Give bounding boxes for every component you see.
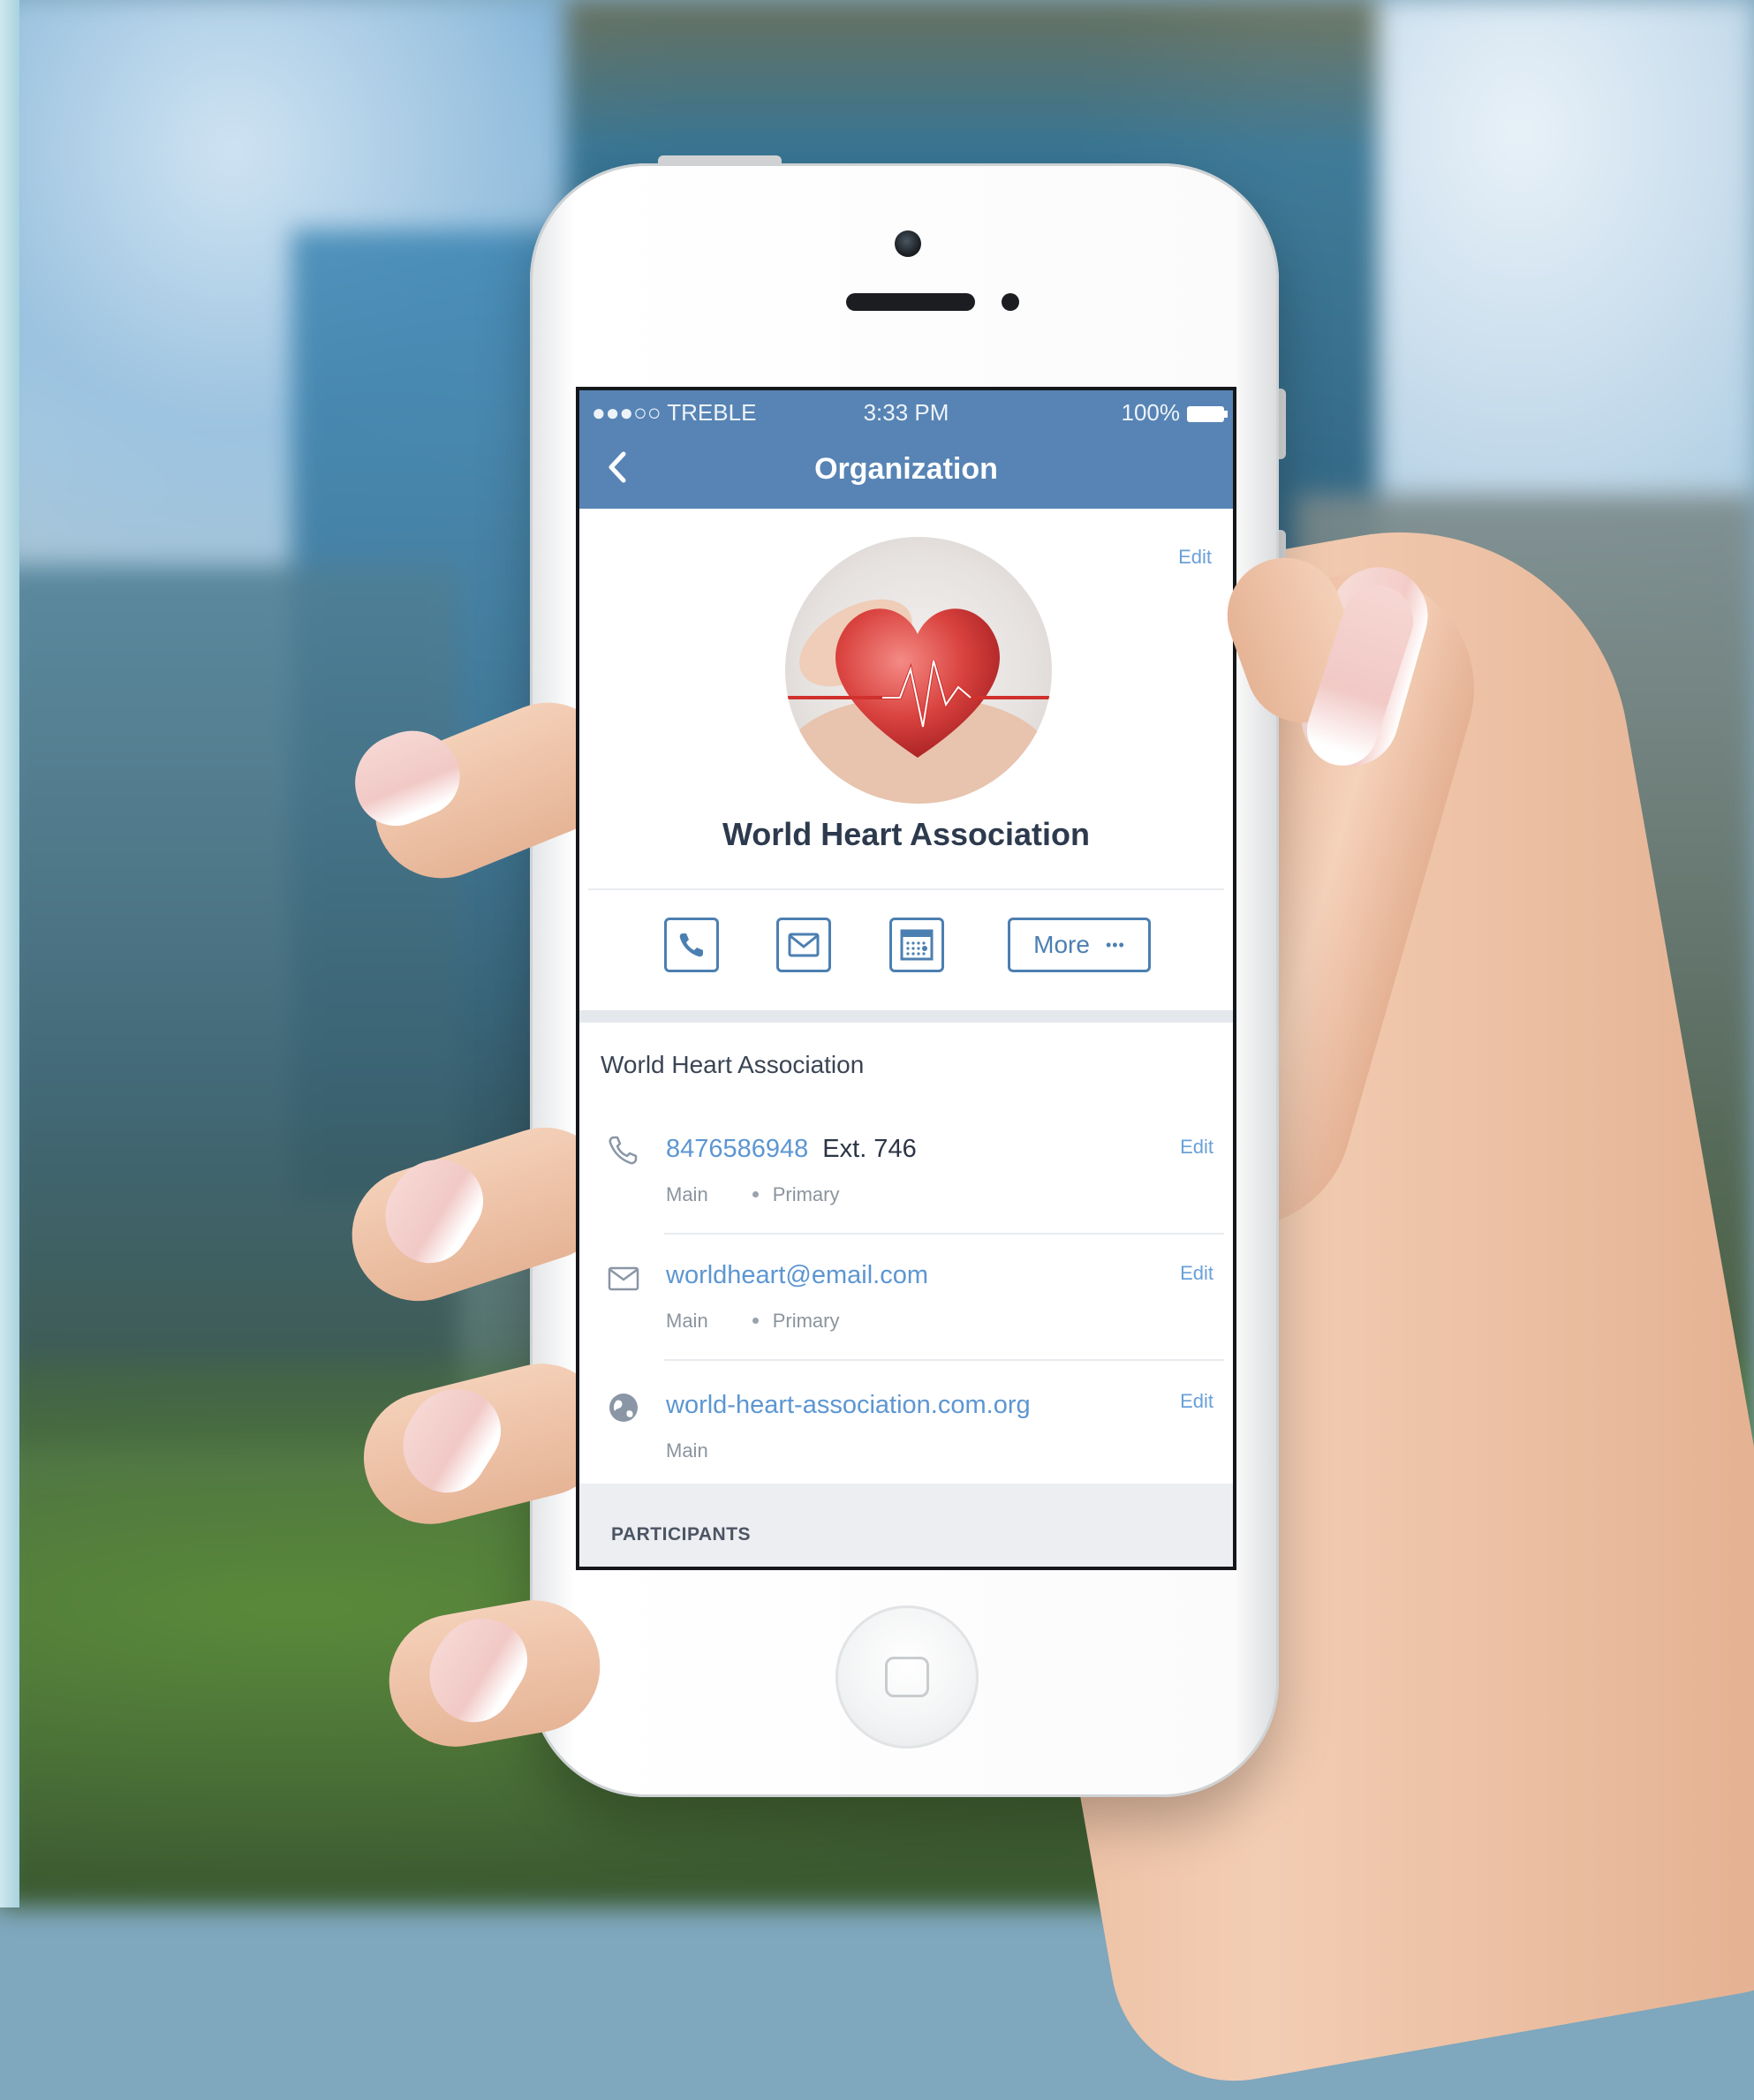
phone-meta: Main Primary [666, 1183, 839, 1206]
edit-phone-link[interactable]: Edit [1180, 1136, 1213, 1159]
divider [588, 888, 1224, 890]
email-primary-flag: Primary [772, 1310, 840, 1332]
page-title: Organization [814, 452, 998, 486]
battery-tip [1224, 411, 1228, 418]
phone-type: Main [666, 1183, 708, 1205]
calendar-button[interactable] [889, 918, 944, 972]
participants-header: PARTICIPANTS [611, 1524, 752, 1545]
phone-number-row[interactable]: 8476586948 Ext. 746 [666, 1135, 917, 1164]
email-link[interactable]: worldheart@email.com [666, 1261, 928, 1290]
website-meta: Main [666, 1439, 708, 1462]
mail-icon [788, 933, 820, 957]
phone-number-link[interactable]: 8476586948 [666, 1135, 808, 1163]
earpiece-speaker [846, 293, 975, 311]
divider [664, 1233, 1224, 1235]
website-link[interactable]: world-heart-association.com.org [666, 1391, 1031, 1420]
edit-email-link[interactable]: Edit [1180, 1262, 1213, 1285]
phone-icon [679, 933, 703, 957]
more-button[interactable]: More ••• [1008, 918, 1151, 972]
proximity-sensor [1002, 293, 1019, 311]
call-button[interactable] [664, 918, 719, 972]
phone-primary-flag: Primary [772, 1183, 840, 1205]
globe-icon [606, 1390, 641, 1425]
divider [664, 1359, 1224, 1361]
calendar-icon [900, 929, 934, 961]
left-edge-strip [0, 0, 19, 1907]
email-meta: Main Primary [666, 1310, 839, 1333]
home-button-square-icon [885, 1657, 929, 1697]
organization-name: World Heart Association [722, 816, 1091, 852]
bullet-dot [752, 1191, 759, 1198]
organization-avatar[interactable] [785, 537, 1052, 804]
email-type: Main [666, 1310, 708, 1332]
bullet-dot [752, 1318, 759, 1325]
phone-icon [606, 1132, 641, 1167]
battery-percent: 100% [1121, 399, 1181, 426]
front-camera [895, 230, 921, 257]
edit-avatar-link[interactable]: Edit [1178, 546, 1212, 569]
battery-icon [1187, 406, 1224, 422]
edit-website-link[interactable]: Edit [1180, 1390, 1213, 1413]
website-type: Main [666, 1439, 708, 1462]
phone-screen: ●●●○○ TREBLE 3:33 PM 100% Organization E… [576, 387, 1236, 1570]
more-label: More [1033, 931, 1090, 958]
mail-icon [606, 1261, 641, 1296]
details-section-title: World Heart Association [601, 1051, 865, 1078]
more-dots-icon: ••• [1105, 935, 1125, 954]
phone-extension: Ext. 746 [822, 1135, 917, 1163]
email-button[interactable] [776, 918, 831, 972]
navigation-bar: ●●●○○ TREBLE 3:33 PM 100% Organization [579, 390, 1233, 509]
status-bar: ●●●○○ TREBLE 3:33 PM 100% [579, 399, 1233, 434]
heart-logo-icon [785, 599, 1052, 804]
section-separator [579, 1010, 1233, 1023]
